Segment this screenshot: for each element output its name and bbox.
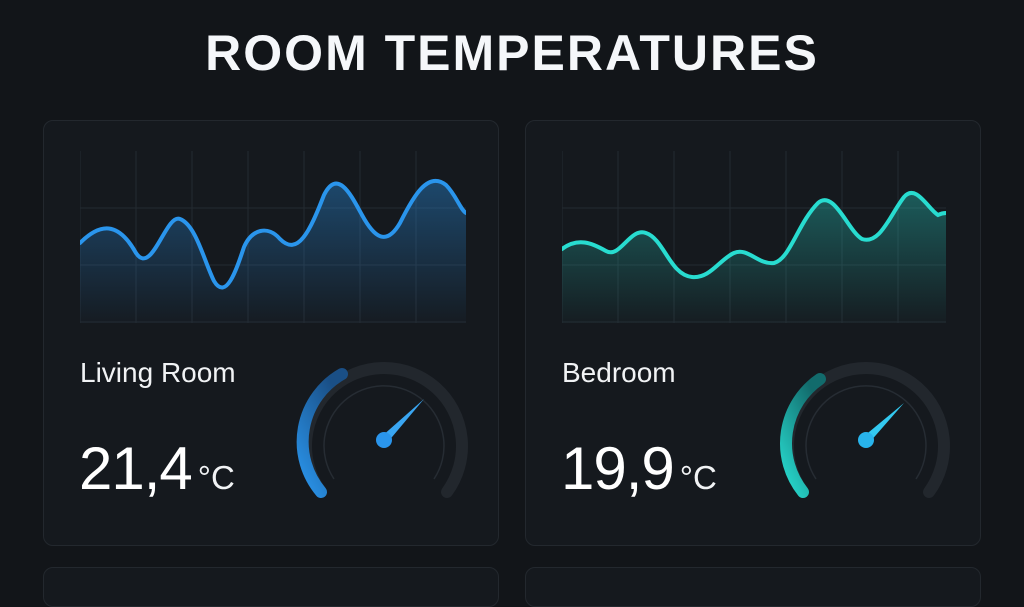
- trend-area: [80, 180, 466, 323]
- room-card-partial[interactable]: [525, 567, 981, 607]
- temperature-trend-chart: [562, 151, 946, 323]
- temperature-value: 21,4: [79, 435, 193, 502]
- room-name: Bedroom: [562, 357, 676, 388]
- temperature-gauge: [296, 362, 468, 498]
- temperature-value: 19,9: [561, 435, 675, 502]
- gauge-hub: [858, 432, 874, 448]
- temperature-reading: 19,9 °C: [561, 439, 717, 499]
- gauge-fill: [780, 373, 826, 498]
- gauge-hub: [376, 432, 392, 448]
- room-card-partial[interactable]: [43, 567, 499, 607]
- temperature-unit: °C: [679, 459, 717, 496]
- temperature-gauge: [780, 362, 950, 498]
- room-card-living-room[interactable]: Living Room 21,4 °C: [43, 120, 499, 546]
- temperature-trend-chart: [80, 151, 466, 323]
- room-name: Living Room: [80, 357, 236, 388]
- temperature-reading: 21,4 °C: [79, 439, 235, 499]
- page-title: ROOM TEMPERATURES: [205, 25, 819, 81]
- room-card-bedroom[interactable]: Bedroom 19,9 °C: [525, 120, 981, 546]
- temperature-unit: °C: [197, 459, 235, 496]
